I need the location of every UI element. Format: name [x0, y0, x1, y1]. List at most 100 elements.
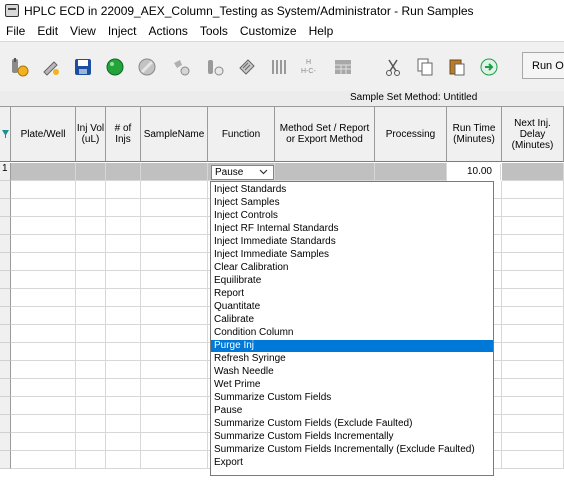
- table-cell[interactable]: [141, 397, 208, 415]
- table-cell[interactable]: [76, 343, 106, 361]
- cell-num-injs[interactable]: [106, 163, 141, 181]
- row-selector-header[interactable]: [0, 107, 11, 162]
- function-select[interactable]: Pause: [211, 165, 274, 180]
- copy-icon[interactable]: [412, 54, 438, 80]
- columns-icon[interactable]: [266, 54, 292, 80]
- row-number[interactable]: [0, 307, 11, 325]
- option-inject-immediate-samples[interactable]: Inject Immediate Samples: [211, 249, 493, 261]
- table-cell[interactable]: [106, 289, 141, 307]
- table-cell[interactable]: [502, 217, 564, 235]
- table-icon[interactable]: [330, 54, 356, 80]
- col-header-processing[interactable]: Processing: [375, 107, 447, 162]
- cut-icon[interactable]: [380, 54, 406, 80]
- method-icon[interactable]: H H-C-: [296, 54, 322, 80]
- menu-file[interactable]: File: [0, 24, 32, 38]
- table-cell[interactable]: [502, 199, 564, 217]
- table-cell[interactable]: [76, 235, 106, 253]
- row-number[interactable]: [0, 235, 11, 253]
- cell-processing[interactable]: [375, 163, 447, 181]
- option-pause[interactable]: Pause: [211, 405, 493, 417]
- gray-status-icon[interactable]: [134, 54, 160, 80]
- option-inject-standards[interactable]: Inject Standards: [211, 184, 493, 196]
- table-cell[interactable]: [502, 307, 564, 325]
- col-header-sample-name[interactable]: SampleName: [141, 107, 208, 162]
- menu-edit[interactable]: Edit: [32, 24, 65, 38]
- table-cell[interactable]: [502, 253, 564, 271]
- table-cell[interactable]: [11, 451, 76, 469]
- row-number[interactable]: [0, 253, 11, 271]
- option-condition-column[interactable]: Condition Column: [211, 327, 493, 339]
- inject-icon[interactable]: [38, 54, 64, 80]
- row-number[interactable]: [0, 379, 11, 397]
- table-cell[interactable]: [11, 271, 76, 289]
- table-cell[interactable]: [11, 343, 76, 361]
- table-cell[interactable]: [106, 379, 141, 397]
- table-cell[interactable]: [76, 253, 106, 271]
- function-dropdown-list[interactable]: Inject Standards Inject Samples Inject C…: [210, 181, 494, 476]
- table-cell[interactable]: [76, 181, 106, 199]
- table-cell[interactable]: [141, 253, 208, 271]
- table-cell[interactable]: [106, 271, 141, 289]
- col-header-function[interactable]: Function: [208, 107, 275, 162]
- row-number[interactable]: [0, 181, 11, 199]
- menu-inject[interactable]: Inject: [103, 24, 144, 38]
- table-cell[interactable]: [76, 199, 106, 217]
- open-sample-set-icon[interactable]: [6, 54, 32, 80]
- row-number[interactable]: [0, 289, 11, 307]
- table-cell[interactable]: [502, 415, 564, 433]
- row-number[interactable]: [0, 451, 11, 469]
- option-refresh-syringe[interactable]: Refresh Syringe: [211, 353, 493, 365]
- menu-tools[interactable]: Tools: [195, 24, 235, 38]
- cell-plate-well[interactable]: [11, 163, 76, 181]
- option-purge-inj[interactable]: Purge Inj: [211, 340, 493, 352]
- option-summarize-custom-fields-incrementally-exclude-faulted[interactable]: Summarize Custom Fields Incrementally (E…: [211, 444, 493, 456]
- row-number[interactable]: [0, 199, 11, 217]
- table-cell[interactable]: [76, 271, 106, 289]
- table-cell[interactable]: [141, 433, 208, 451]
- table-cell[interactable]: [141, 289, 208, 307]
- table-cell[interactable]: [106, 451, 141, 469]
- table-cell[interactable]: [502, 289, 564, 307]
- table-cell[interactable]: [76, 379, 106, 397]
- row-number[interactable]: [0, 343, 11, 361]
- cell-next-inj-delay[interactable]: [502, 163, 564, 181]
- cell-inj-vol[interactable]: [76, 163, 106, 181]
- table-cell[interactable]: [106, 325, 141, 343]
- stop-icon[interactable]: [168, 54, 194, 80]
- table-cell[interactable]: [502, 361, 564, 379]
- cell-run-time[interactable]: 10.00: [448, 164, 501, 180]
- menu-customize[interactable]: Customize: [235, 24, 304, 38]
- row-number[interactable]: [0, 433, 11, 451]
- table-cell[interactable]: [106, 343, 141, 361]
- table-cell[interactable]: [76, 397, 106, 415]
- table-cell[interactable]: [141, 199, 208, 217]
- table-cell[interactable]: [76, 289, 106, 307]
- table-cell[interactable]: [141, 379, 208, 397]
- option-calibrate[interactable]: Calibrate: [211, 314, 493, 326]
- table-cell[interactable]: [502, 343, 564, 361]
- table-cell[interactable]: [76, 361, 106, 379]
- option-inject-immediate-standards[interactable]: Inject Immediate Standards: [211, 236, 493, 248]
- table-cell[interactable]: [76, 451, 106, 469]
- table-cell[interactable]: [106, 217, 141, 235]
- table-cell[interactable]: [502, 433, 564, 451]
- table-cell[interactable]: [11, 361, 76, 379]
- green-status-icon[interactable]: [102, 54, 128, 80]
- table-cell[interactable]: [11, 199, 76, 217]
- tag-icon[interactable]: [234, 54, 260, 80]
- row-number[interactable]: [0, 325, 11, 343]
- table-cell[interactable]: [106, 361, 141, 379]
- table-cell[interactable]: [76, 433, 106, 451]
- table-cell[interactable]: [502, 397, 564, 415]
- option-wet-prime[interactable]: Wet Prime: [211, 379, 493, 391]
- save-icon[interactable]: [70, 54, 96, 80]
- row-number[interactable]: [0, 415, 11, 433]
- table-cell[interactable]: [502, 235, 564, 253]
- table-cell[interactable]: [11, 181, 76, 199]
- table-cell[interactable]: [502, 271, 564, 289]
- table-cell[interactable]: [141, 271, 208, 289]
- cell-method-set[interactable]: [275, 163, 375, 181]
- option-summarize-custom-fields-incrementally[interactable]: Summarize Custom Fields Incrementally: [211, 431, 493, 443]
- option-summarize-custom-fields-exclude-faulted[interactable]: Summarize Custom Fields (Exclude Faulted…: [211, 418, 493, 430]
- option-summarize-custom-fields[interactable]: Summarize Custom Fields: [211, 392, 493, 404]
